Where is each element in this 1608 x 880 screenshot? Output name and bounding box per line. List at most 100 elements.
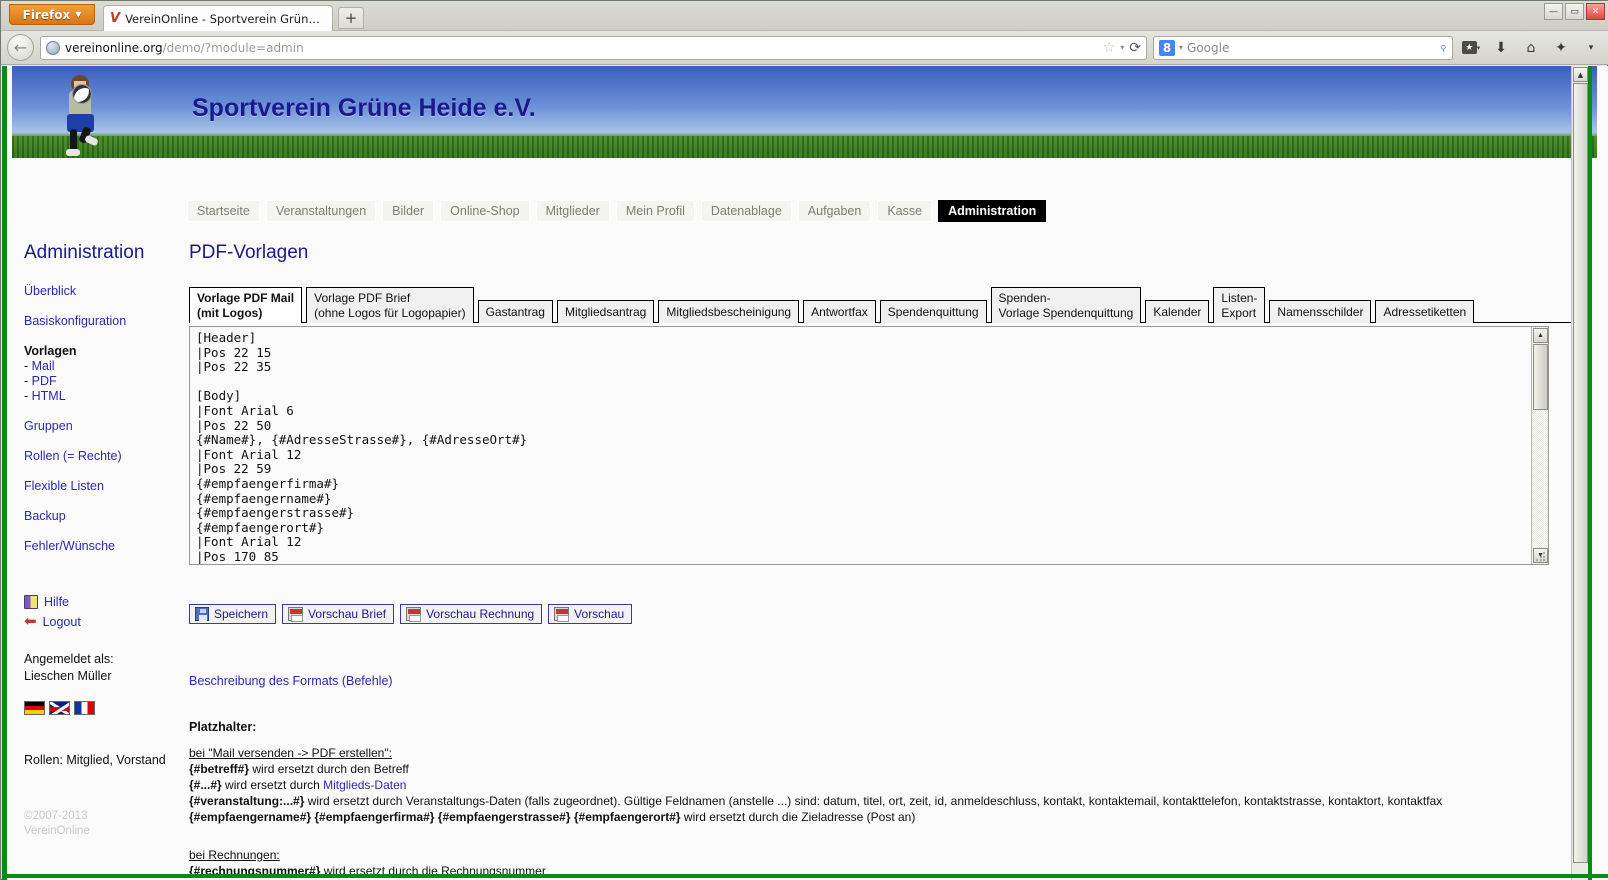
editor-scroll-thumb[interactable] [1533,344,1548,410]
editor-scrollbar[interactable]: ▲ ▼ [1531,327,1548,564]
template-tab-mitgliedsantrag[interactable]: Mitgliedsantrag [556,299,655,323]
sidebar-item-basiskonfiguration[interactable]: Basiskonfiguration [24,314,187,328]
navtab-datenablage[interactable]: Datenablage [700,200,792,222]
page-title: PDF-Vorlagen [189,242,309,263]
sidebar-subitem-html[interactable]: - HTML [24,389,187,403]
copyright-years: ©2007-2013 [24,809,88,822]
downloads-button[interactable]: ⬇ [1489,36,1513,60]
help-book-icon [24,595,38,609]
button-vorschau-brief[interactable]: Vorschau Brief [282,604,395,624]
logout-row[interactable]: ⬅ Logout [24,614,187,629]
bookmark-icon: ★ [1461,41,1477,54]
flag-de-icon[interactable] [24,700,45,715]
template-source-textarea[interactable] [190,327,1531,564]
bookmarks-button[interactable]: ★ ▾ [1459,36,1483,60]
google-icon: 8 [1159,39,1175,56]
addon-button[interactable]: ✦ [1549,36,1573,60]
template-tab-listen-[interactable]: Listen- Export [1213,287,1266,323]
sidebar-group-title: Vorlagen [24,344,77,358]
close-button[interactable]: ✕ [1586,3,1605,20]
navtab-label: Aufgaben [807,204,862,218]
sidebar-subitem-pdf[interactable]: - PDF [24,374,187,388]
template-tab-vorlage-pdf-brief[interactable]: Vorlage PDF Brief (ohne Logos für Logopa… [306,287,474,323]
template-tab-mitgliedsbescheinigung[interactable]: Mitgliedsbescheinigung [658,299,800,323]
sidebar-item--berblick[interactable]: Überblick [24,284,187,298]
sidebar-tools: Hilfe ⬅ Logout [24,595,187,629]
logout-arrow-icon: ⬅ [24,613,37,630]
sidebar-item-gruppen[interactable]: Gruppen [24,419,187,433]
flag-gb-icon[interactable] [49,700,70,715]
flag-fr-icon[interactable] [74,700,95,715]
navtab-startseite[interactable]: Startseite [187,200,260,222]
toolbar-overflow-button[interactable]: ▾ [1579,36,1603,60]
sidebar-links-bottom: Gruppen Rollen (= Rechte) Flexible Listen B… [24,419,187,553]
navtab-bilder[interactable]: Bilder [382,200,435,222]
sidebar-item-rollen-rechte-[interactable]: Rollen (= Rechte) [24,449,187,463]
button-label: Vorschau [574,607,625,621]
template-tab-spendenquittung[interactable]: Spendenquittung [879,299,987,323]
chevron-down-icon[interactable]: ▾ [1179,43,1183,52]
sidebar-subitem-label[interactable]: HTML [32,389,66,403]
navtab-kasse[interactable]: Kasse [877,200,933,222]
inline-link[interactable]: Mitglieds-Daten [323,778,406,792]
dash: - [24,359,32,373]
soccer-player-image [47,71,137,158]
template-tab-gastantrag[interactable]: Gastantrag [477,299,553,323]
help-link[interactable]: Hilfe [44,595,69,609]
navtab-label: Online-Shop [450,204,520,218]
navtab-label: Mitglieder [545,204,600,218]
firefox-menu-button[interactable]: Firefox ▼ [9,4,95,25]
page-scroll-thumb[interactable] [1573,83,1588,863]
template-tab-spenden-[interactable]: Spenden- Vorlage Spendenquittung [990,287,1142,323]
template-tab-kalender[interactable]: Kalender [1145,299,1210,323]
sidebar-subitem-mail[interactable]: - Mail [24,359,187,373]
home-button[interactable]: ⌂ [1519,36,1543,60]
search-bar[interactable]: 8 ▾ Google ⌕ [1153,35,1453,60]
sidebar-item-backup[interactable]: Backup [24,509,187,523]
page-scrollbar[interactable]: ▲ [1571,66,1588,880]
navtab-online-shop[interactable]: Online-Shop [440,200,530,222]
scroll-up-icon[interactable]: ▲ [1533,328,1548,343]
pdf-icon [554,607,570,622]
main-content: PDF-Vorlagen Vorlage PDF Mail (mit Logos… [187,230,1582,880]
template-tab-label: Mitgliedsbescheinigung [666,304,792,319]
sidebar-subitem-label[interactable]: Mail [32,359,55,373]
grass-decoration [12,136,1597,158]
chevron-down-icon[interactable]: ▾ [1120,43,1124,52]
page-scroll-up-icon[interactable]: ▲ [1573,67,1588,82]
logout-link[interactable]: Logout [43,615,81,629]
sidebar-item-flexible-listen[interactable]: Flexible Listen [24,479,187,493]
back-button[interactable]: ← [7,34,34,61]
template-tab-namensschilder[interactable]: Namensschilder [1269,299,1372,323]
bookmark-star-icon[interactable]: ☆ [1103,40,1116,56]
format-description-link[interactable]: Beschreibung des Formats (Befehle) [189,674,393,688]
reload-icon[interactable]: ⟳ [1129,40,1141,56]
placeholders-heading: Platzhalter: [189,720,257,734]
editor-resize-handle[interactable] [1535,551,1547,563]
search-icon[interactable]: ⌕ [1435,40,1451,56]
template-tab-adressetiketten[interactable]: Adressetiketten [1375,299,1475,323]
navtab-label: Startseite [197,204,250,218]
help-row[interactable]: Hilfe [24,595,187,609]
maximize-button[interactable]: ▭ [1565,3,1584,20]
placeholder-token: {#veranstaltung:...#} [189,794,305,808]
minimize-button[interactable]: — [1544,3,1563,20]
navtab-mitglieder[interactable]: Mitglieder [535,200,610,222]
navtab-veranstaltungen[interactable]: Veranstaltungen [265,200,377,222]
sidebar-subitem-label[interactable]: PDF [32,374,57,388]
new-tab-button[interactable]: + [338,7,364,29]
navtab-mein-profil[interactable]: Mein Profil [615,200,695,222]
template-tab-vorlage-pdf-mail[interactable]: Vorlage PDF Mail (mit Logos) [189,287,303,323]
template-tab-label: Namensschilder [1277,304,1364,319]
navtab-aufgaben[interactable]: Aufgaben [797,200,872,222]
template-tab-antwortfax[interactable]: Antwortfax [803,299,876,323]
address-bar[interactable]: vereinonline.org/demo/?module=admin ☆ ▾ … [40,35,1147,60]
browser-tab[interactable]: V VereinOnline - Sportverein Grüne Heide… [103,5,333,31]
navtab-administration[interactable]: Administration [938,200,1047,222]
sidebar-item-fehler-w-nsche[interactable]: Fehler/Wünsche [24,539,187,553]
button-speichern[interactable]: Speichern [189,604,277,624]
favicon-icon: V [110,11,121,26]
button-vorschau[interactable]: Vorschau [548,604,633,624]
placeholder-line: {#veranstaltung:...#} wird ersetzt durch… [189,794,1577,808]
button-vorschau-rechnung[interactable]: Vorschau Rechnung [400,604,543,624]
